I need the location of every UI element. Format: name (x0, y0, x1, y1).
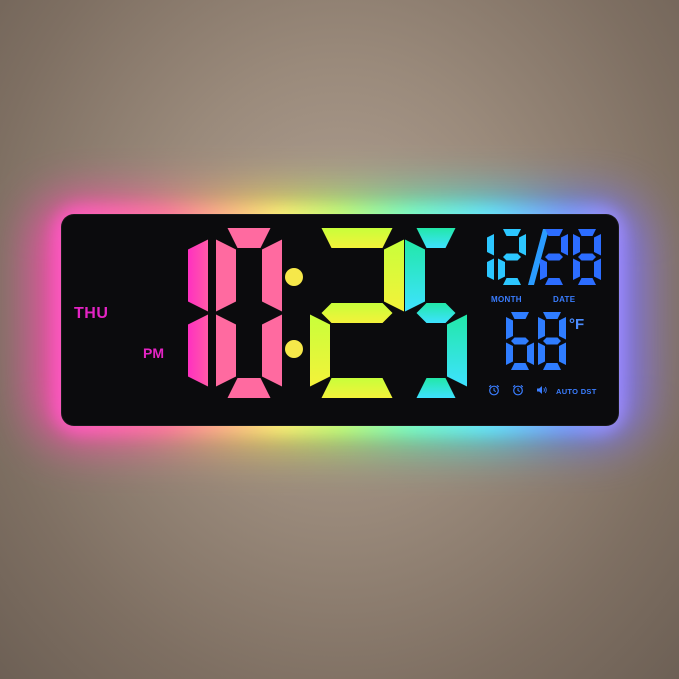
segment-f (216, 239, 236, 312)
alarm-2-icon (512, 384, 524, 396)
segment-d (503, 278, 521, 285)
seven-segment-digits (188, 228, 601, 398)
segment-e (573, 258, 580, 280)
segment-b (384, 239, 404, 312)
segment-e (538, 342, 545, 365)
colon-dot-bottom (285, 340, 303, 358)
segment-g (511, 337, 529, 345)
segment-b (262, 239, 282, 312)
segment-b (561, 234, 568, 256)
segment-d (543, 363, 561, 370)
colon-dot-top (285, 268, 303, 286)
month-digit-2 (498, 229, 526, 285)
minute-tens-digit (310, 228, 404, 398)
segment-a (511, 312, 529, 319)
segment-d (416, 378, 456, 398)
fahrenheit-unit: °F (569, 316, 585, 333)
segment-c (559, 342, 566, 365)
segment-f (506, 317, 513, 340)
segment-g (543, 337, 561, 345)
segment-g (416, 303, 456, 323)
segment-d (578, 278, 596, 285)
temperature-digit-1 (506, 312, 534, 370)
segment-f (538, 317, 545, 340)
segment-a (503, 229, 521, 236)
hour-tens-digit (188, 239, 208, 387)
segment-b (188, 239, 208, 312)
segment-a (543, 312, 561, 319)
segment-d (227, 378, 271, 398)
segment-a (416, 228, 456, 248)
segment-a (578, 229, 596, 236)
segment-c (188, 314, 208, 387)
segment-e (498, 258, 505, 280)
segment-e (506, 342, 513, 365)
segment-b (519, 234, 526, 256)
temperature-digit-2 (538, 312, 566, 370)
segment-g (578, 253, 596, 261)
segment-g (321, 303, 393, 323)
segment-e (540, 258, 547, 280)
date-label: DATE (553, 295, 576, 304)
alarm-1-icon (488, 384, 500, 396)
segment-e (310, 314, 330, 387)
time-colon (285, 268, 303, 358)
segment-d (321, 378, 393, 398)
segment-c (487, 258, 494, 280)
segment-f (573, 234, 580, 256)
segment-a (545, 229, 563, 236)
segment-f (405, 239, 425, 312)
month-label: MONTH (491, 295, 522, 304)
segment-d (511, 363, 529, 370)
segment-a (227, 228, 271, 248)
segment-a (321, 228, 393, 248)
segment-b (487, 234, 494, 256)
date-digit-2 (573, 229, 601, 285)
segment-d (545, 278, 563, 285)
segment-b (594, 234, 601, 256)
time-digits (188, 228, 467, 398)
segment-g (545, 253, 563, 261)
segment-c (594, 258, 601, 280)
speaker-icon (537, 386, 547, 394)
segment-b (559, 317, 566, 340)
hour-ones-digit (216, 228, 282, 398)
segment-g (503, 253, 521, 261)
minute-ones-digit (405, 228, 467, 398)
segment-e (216, 314, 236, 387)
auto-dst-label: AUTO DST (556, 387, 597, 396)
segment-c (262, 314, 282, 387)
month-digit-1 (487, 234, 494, 280)
segment-c (447, 314, 467, 387)
segment-c (527, 342, 534, 365)
